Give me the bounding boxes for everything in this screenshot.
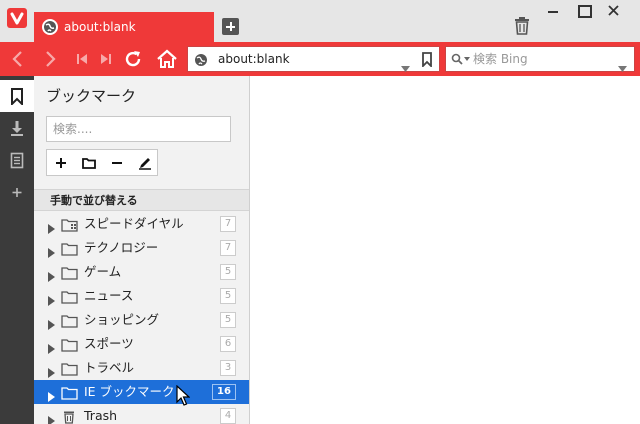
maximize-button[interactable] <box>566 0 600 22</box>
bookmark-folder-label: トラベル <box>84 360 135 375</box>
page-content[interactable] <box>250 76 640 424</box>
bookmark-folder-row[interactable]: スポーツ 6 <box>34 332 249 356</box>
bookmark-count-badge: 5 <box>220 288 236 304</box>
panel-strip <box>0 76 34 424</box>
edit-bookmark-button[interactable] <box>131 150 159 175</box>
mouse-cursor-icon <box>176 385 190 406</box>
close-window-button[interactable] <box>596 0 630 22</box>
forward-arrow-icon[interactable] <box>38 47 62 71</box>
search-input[interactable]: 検索 Bing <box>445 46 635 72</box>
reload-icon[interactable] <box>121 47 145 71</box>
back-arrow-icon[interactable] <box>6 47 30 71</box>
address-bar: about:blank 検索 Bing <box>0 42 640 76</box>
bookmark-folder-label: IE ブックマーク <box>84 384 175 399</box>
folder-icon <box>61 385 79 404</box>
new-tab-button[interactable] <box>222 18 239 35</box>
folder-icon <box>61 289 79 308</box>
bookmark-icon[interactable] <box>421 52 433 71</box>
tab-active[interactable]: about:blank <box>34 12 214 42</box>
bookmark-panel: ブックマーク 検索.... 手動で並び替える スピードダイヤル 7 テクノロジー 7 ゲ… <box>34 76 250 424</box>
folder-icon <box>61 313 79 332</box>
bookmark-count-badge: 16 <box>212 384 236 400</box>
bookmark-folder-label: ショッピング <box>84 312 160 327</box>
panel-title: ブックマーク <box>46 87 137 105</box>
folder-icon <box>61 337 79 356</box>
bookmark-folder-label: スピードダイヤル <box>84 216 184 231</box>
url-text: about:blank <box>218 52 290 66</box>
bookmark-folder-label: ゲーム <box>84 264 122 279</box>
bookmark-search-input[interactable]: 検索.... <box>46 116 231 142</box>
bookmark-folder-row[interactable]: テクノロジー 7 <box>34 236 249 260</box>
bookmark-count-badge: 5 <box>220 312 236 328</box>
bookmark-folder-label: ニュース <box>84 288 134 303</box>
expand-arrow-icon[interactable] <box>48 411 55 424</box>
vivaldi-logo-icon[interactable] <box>7 8 27 28</box>
globe-icon <box>42 19 58 35</box>
notes-panel-button[interactable] <box>0 144 34 176</box>
folder-icon <box>61 217 79 236</box>
bookmark-folder-label: スポーツ <box>84 336 134 351</box>
bookmark-toolbar <box>46 149 158 176</box>
bookmarks-panel-button[interactable] <box>0 80 34 112</box>
bookmark-count-badge: 7 <box>220 240 236 256</box>
folder-icon <box>61 265 79 284</box>
bookmark-folder-row[interactable]: スピードダイヤル 7 <box>34 212 249 236</box>
add-bookmark-button[interactable] <box>47 150 75 175</box>
bookmark-folder-row[interactable]: Trash 4 <box>34 404 249 424</box>
bookmark-folder-row[interactable]: ショッピング 5 <box>34 308 249 332</box>
bookmark-folder-row[interactable]: IE ブックマーク 16 <box>34 380 249 404</box>
bookmark-list: スピードダイヤル 7 テクノロジー 7 ゲーム 5 ニュース 5 ショッピング 5 スポーツ 6 トラベ… <box>34 212 249 424</box>
bookmark-folder-row[interactable]: ニュース 5 <box>34 284 249 308</box>
bookmark-count-badge: 4 <box>220 408 236 424</box>
downloads-panel-button[interactable] <box>0 112 34 144</box>
tab-title: about:blank <box>64 20 136 34</box>
remove-bookmark-button[interactable] <box>103 150 131 175</box>
search-icon <box>451 52 471 71</box>
bookmark-count-badge: 5 <box>220 264 236 280</box>
chevron-down-icon[interactable] <box>618 57 627 76</box>
url-input[interactable]: about:blank <box>187 46 440 72</box>
home-icon[interactable] <box>155 47 179 71</box>
folder-icon <box>61 361 79 380</box>
bookmark-count-badge: 7 <box>220 216 236 232</box>
rewind-icon[interactable] <box>70 47 94 71</box>
add-panel-button[interactable] <box>0 176 34 208</box>
tab-bar: about:blank <box>0 0 640 42</box>
bookmark-count-badge: 3 <box>220 360 236 376</box>
globe-icon <box>194 52 208 66</box>
bookmark-folder-row[interactable]: ゲーム 5 <box>34 260 249 284</box>
trash-icon[interactable] <box>513 16 531 36</box>
chevron-down-icon[interactable] <box>401 57 410 76</box>
search-placeholder: 検索 Bing <box>473 52 528 66</box>
bookmark-folder-row[interactable]: トラベル 3 <box>34 356 249 380</box>
fast-forward-icon[interactable] <box>94 47 118 71</box>
new-folder-button[interactable] <box>75 150 103 175</box>
minimize-button[interactable] <box>536 0 570 22</box>
folder-icon <box>61 241 79 260</box>
bookmark-folder-label: テクノロジー <box>84 240 159 255</box>
trash-icon <box>61 409 77 424</box>
sort-header[interactable]: 手動で並び替える <box>34 189 249 211</box>
bookmark-folder-label: Trash <box>84 408 118 423</box>
browser-window: about:blank about:blank 検索 Bing ブックマーク 検… <box>0 0 640 424</box>
bookmark-count-badge: 6 <box>220 336 236 352</box>
